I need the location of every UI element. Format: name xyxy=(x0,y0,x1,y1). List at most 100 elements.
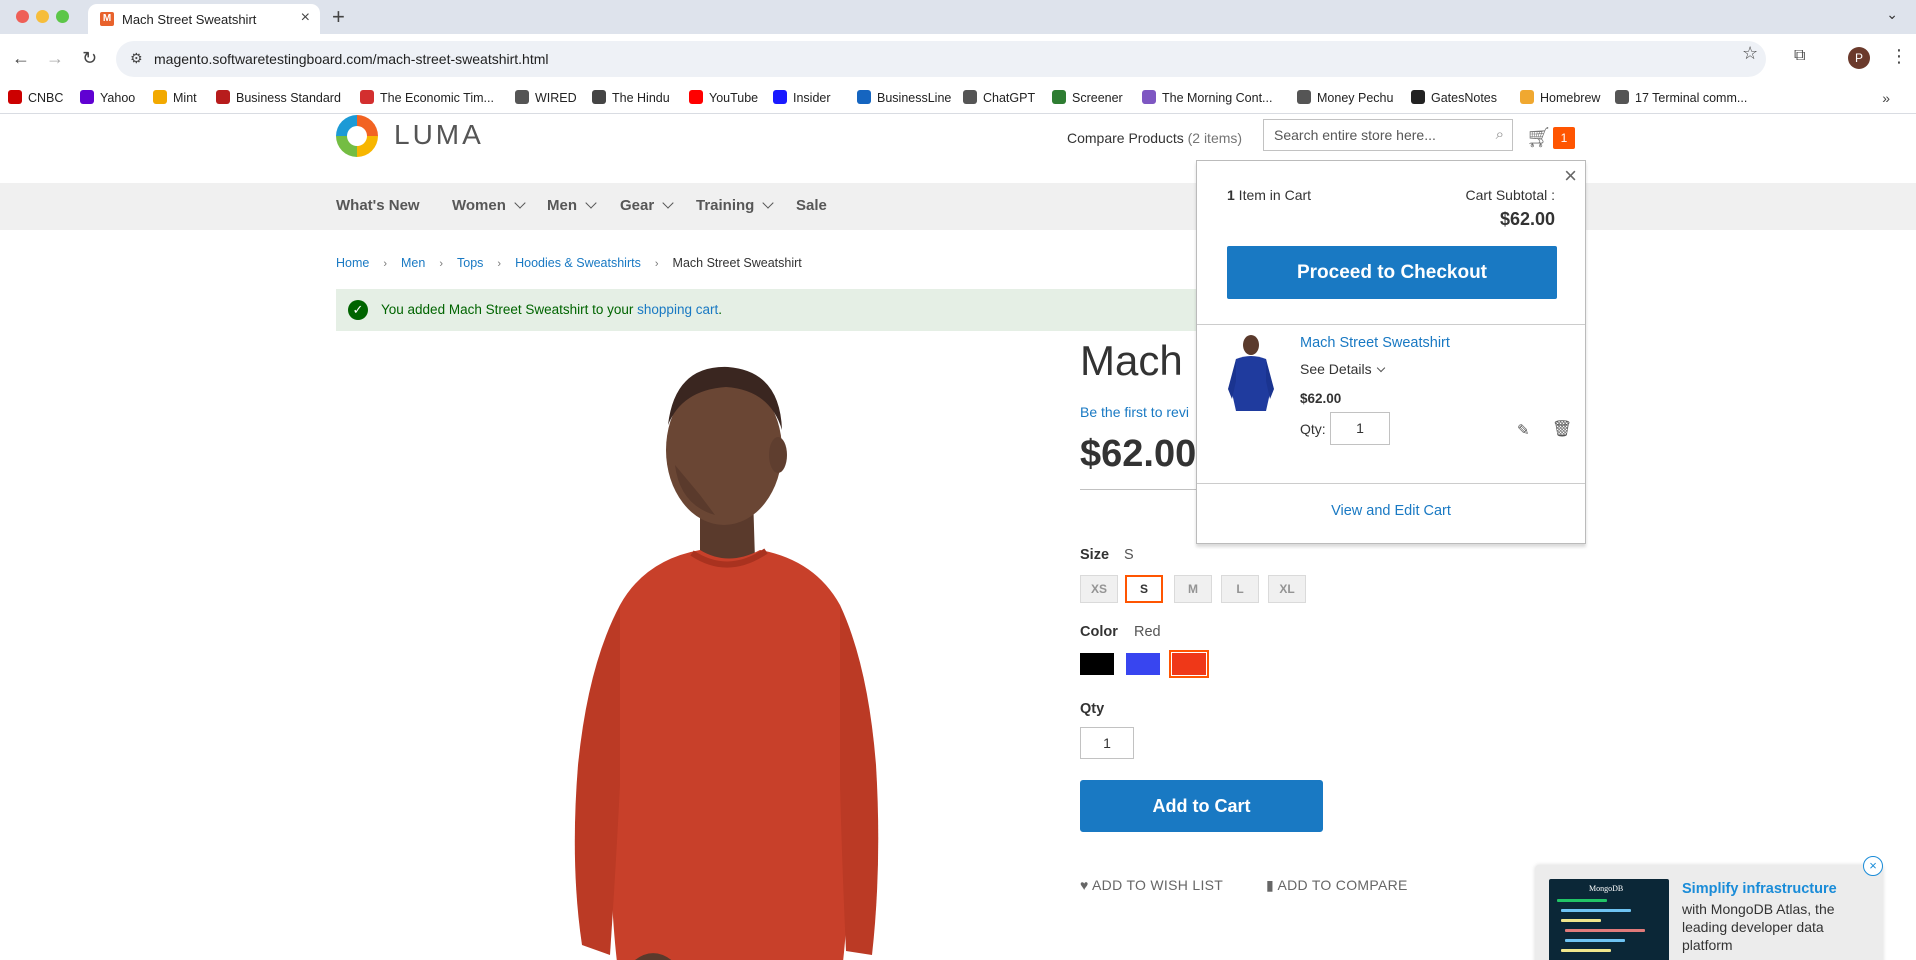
subtotal-value: $62.00 xyxy=(1499,209,1555,229)
window-close-button[interactable] xyxy=(16,10,29,23)
nav-item-sale[interactable]: Sale xyxy=(796,197,827,214)
product-image[interactable] xyxy=(470,345,930,960)
nav-item-training[interactable]: Training xyxy=(696,197,775,214)
window-minimize-button[interactable] xyxy=(36,10,49,23)
more-bookmarks-icon[interactable]: » xyxy=(1882,90,1890,106)
size-option-m[interactable]: M xyxy=(1174,575,1212,603)
add-to-compare-link[interactable]: ▮ Add to Compare xyxy=(1266,877,1408,894)
bookmark-item[interactable]: WIRED xyxy=(515,90,577,105)
shopping-cart-link[interactable]: shopping cart xyxy=(637,302,718,317)
color-swatch-blue[interactable] xyxy=(1126,653,1160,675)
trash-icon[interactable]: 🗑︎ xyxy=(1552,419,1572,439)
review-link[interactable]: Be the first to revi xyxy=(1080,404,1189,420)
browser-menu-icon[interactable]: ⋮ xyxy=(1890,46,1908,67)
cart-item-thumbnail[interactable] xyxy=(1222,333,1280,411)
site-info-icon[interactable]: ⚙ xyxy=(130,50,143,67)
bookmark-favicon-icon xyxy=(1297,90,1311,104)
search-input[interactable] xyxy=(1274,127,1474,143)
bookmark-favicon-icon xyxy=(80,90,94,104)
edit-pencil-icon[interactable]: ✎ xyxy=(1517,421,1530,439)
browser-tab-active[interactable]: M Mach Street Sweatshirt × xyxy=(88,4,320,34)
color-selected-value: Red xyxy=(1134,624,1161,640)
bookmark-item[interactable]: YouTube xyxy=(689,90,758,105)
bookmark-item[interactable]: BusinessLine xyxy=(857,90,951,105)
chevron-right-icon: › xyxy=(497,258,502,270)
logo-text: LUMA xyxy=(394,119,484,150)
add-to-cart-button[interactable]: Add to Cart xyxy=(1080,780,1323,832)
forward-arrow-icon[interactable]: → xyxy=(46,48,64,69)
cart-item-name[interactable]: Mach Street Sweatshirt xyxy=(1300,335,1450,351)
bookmark-item[interactable]: Homebrew xyxy=(1520,90,1600,105)
chevron-down-icon xyxy=(762,197,775,209)
nav-label: Men xyxy=(547,197,577,214)
add-to-wishlist-link[interactable]: ♥ Add to Wish List xyxy=(1080,877,1223,893)
size-option-xs[interactable]: XS xyxy=(1080,575,1118,603)
size-option-s[interactable]: S xyxy=(1125,575,1163,603)
color-swatch-red[interactable] xyxy=(1169,650,1209,678)
bookmark-item[interactable]: Yahoo xyxy=(80,90,135,105)
bookmark-favicon-icon xyxy=(1520,90,1534,104)
see-details-toggle[interactable]: See Details xyxy=(1300,361,1385,377)
breadcrumb-home[interactable]: Home xyxy=(336,256,369,270)
bookmark-item[interactable]: Insider xyxy=(773,90,831,105)
cart-qty-input[interactable]: 1 xyxy=(1330,412,1390,445)
new-tab-icon[interactable]: + xyxy=(332,4,345,30)
qty-input[interactable]: 1 xyxy=(1080,727,1134,759)
url-text: magento.softwaretestingboard.com/mach-st… xyxy=(154,51,549,67)
wishlist-label: Add to Wish List xyxy=(1092,877,1224,893)
size-option-xl[interactable]: XL xyxy=(1268,575,1306,603)
bookmark-item[interactable]: 17 Terminal comm... xyxy=(1615,90,1747,105)
bookmark-star-icon[interactable]: ☆ xyxy=(1742,43,1758,64)
breadcrumb-tops[interactable]: Tops xyxy=(457,256,483,270)
chevron-down-icon xyxy=(585,197,597,209)
bookmark-item[interactable]: CNBC xyxy=(8,90,63,105)
bookmark-label: GatesNotes xyxy=(1431,91,1498,105)
bookmark-favicon-icon xyxy=(1615,90,1629,104)
address-bar[interactable]: ⚙ magento.softwaretestingboard.com/mach-… xyxy=(116,41,1766,77)
chevron-right-icon: › xyxy=(654,258,659,270)
close-icon[interactable]: × xyxy=(1564,163,1577,189)
chevron-down-icon xyxy=(514,197,526,209)
nav-item-gear[interactable]: Gear xyxy=(620,197,674,214)
tab-close-icon[interactable]: × xyxy=(301,9,310,27)
color-swatch-black[interactable] xyxy=(1080,653,1114,675)
view-and-edit-cart-link[interactable]: View and Edit Cart xyxy=(1197,503,1585,519)
bookmark-item[interactable]: Screener xyxy=(1052,90,1123,105)
proceed-to-checkout-button[interactable]: Proceed to Checkout xyxy=(1227,246,1557,299)
bookmark-favicon-icon xyxy=(592,90,606,104)
success-text: You added Mach Street Sweatshirt to your… xyxy=(381,302,722,317)
ad-title[interactable]: Simplify infrastructure xyxy=(1682,881,1837,897)
cart-qty-label: Qty: xyxy=(1300,421,1326,437)
nav-item-whats-new[interactable]: What's New xyxy=(336,197,420,214)
bookmark-item[interactable]: Mint xyxy=(153,90,197,105)
extensions-icon[interactable]: ⧉ xyxy=(1794,47,1805,65)
bookmark-item[interactable]: The Hindu xyxy=(592,90,670,105)
bookmark-item[interactable]: The Economic Tim... xyxy=(360,90,494,105)
ad-close-icon[interactable]: × xyxy=(1863,856,1883,876)
compare-label: Add to Compare xyxy=(1277,877,1408,893)
search-icon[interactable]: ⌕ xyxy=(1496,126,1504,143)
bookmark-item[interactable]: GatesNotes xyxy=(1411,90,1497,105)
nav-item-men[interactable]: Men xyxy=(547,197,597,214)
back-arrow-icon[interactable]: ← xyxy=(12,48,30,69)
bookmark-item[interactable]: The Morning Cont... xyxy=(1142,90,1272,105)
cart-count-badge[interactable]: 1 xyxy=(1553,127,1575,149)
bookmark-label: Mint xyxy=(173,91,197,105)
reload-icon[interactable]: ↻ xyxy=(82,48,97,69)
window-maximize-button[interactable] xyxy=(56,10,69,23)
mongodb-ad[interactable]: MongoDB Simplify infrastructure with Mon… xyxy=(1535,865,1883,960)
breadcrumb-men[interactable]: Men xyxy=(401,256,425,270)
bookmark-item[interactable]: ChatGPT xyxy=(963,90,1035,105)
bookmark-item[interactable]: Business Standard xyxy=(216,90,341,105)
compare-products-link[interactable]: Compare Products (2 items) xyxy=(1067,130,1242,146)
chevron-down-icon[interactable]: ⌄ xyxy=(1886,6,1898,23)
bookmark-item[interactable]: Money Pechu xyxy=(1297,90,1393,105)
cart-icon[interactable]: 🛒︎ xyxy=(1526,125,1551,150)
search-field[interactable]: ⌕ xyxy=(1263,119,1513,151)
success-message: ✓ You added Mach Street Sweatshirt to yo… xyxy=(336,289,1236,331)
size-option-l[interactable]: L xyxy=(1221,575,1259,603)
profile-avatar[interactable]: P xyxy=(1848,47,1870,69)
product-price: $62.00 xyxy=(1080,433,1197,475)
breadcrumb-hoodies[interactable]: Hoodies & Sweatshirts xyxy=(515,256,641,270)
nav-item-women[interactable]: Women xyxy=(452,197,526,214)
